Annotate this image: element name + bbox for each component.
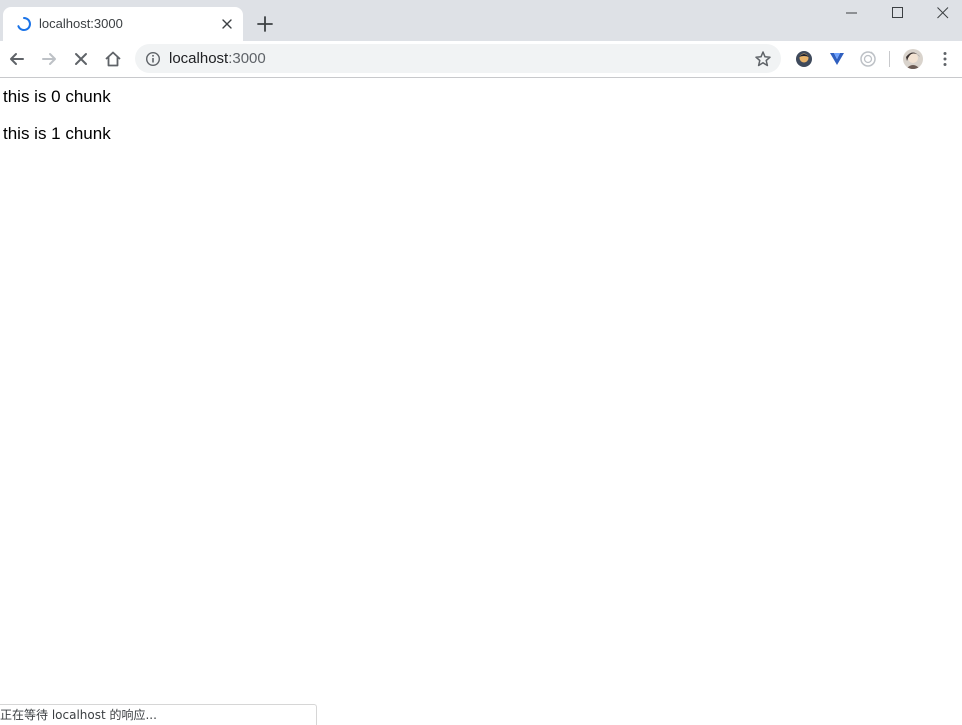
status-bubble: 正在等待 localhost 的响应... bbox=[0, 704, 317, 725]
url-host: localhost bbox=[169, 50, 229, 67]
tab-title: localhost:3000 bbox=[39, 16, 123, 31]
tab-localhost[interactable]: localhost:3000 bbox=[3, 7, 243, 41]
extension-icon-2[interactable] bbox=[828, 50, 846, 68]
toolbar-separator bbox=[889, 51, 890, 67]
window-maximize-button[interactable] bbox=[875, 0, 921, 28]
info-icon[interactable] bbox=[145, 51, 161, 67]
avatar[interactable] bbox=[903, 49, 923, 69]
minimize-icon bbox=[846, 12, 857, 14]
star-icon[interactable] bbox=[754, 50, 772, 68]
loading-spinner-icon bbox=[17, 17, 31, 31]
browser-toolbar: localhost:3000 bbox=[0, 41, 962, 78]
stop-icon[interactable] bbox=[71, 49, 91, 69]
window-close-button[interactable] bbox=[920, 0, 962, 28]
back-arrow-icon[interactable] bbox=[7, 49, 27, 69]
page-content: this is 0 chunk this is 1 chunk bbox=[0, 78, 962, 724]
window-minimize-button[interactable] bbox=[829, 0, 875, 28]
maximize-icon bbox=[892, 7, 903, 18]
forward-arrow-icon[interactable] bbox=[39, 49, 59, 69]
content-line-0: this is 0 chunk bbox=[3, 87, 111, 106]
more-vert-icon[interactable] bbox=[935, 49, 955, 69]
address-bar[interactable]: localhost:3000 bbox=[135, 44, 781, 73]
address-url[interactable]: localhost:3000 bbox=[169, 50, 266, 67]
extension-icon-3[interactable] bbox=[859, 50, 877, 68]
home-icon[interactable] bbox=[103, 49, 123, 69]
content-line-1: this is 1 chunk bbox=[3, 124, 111, 143]
extension-icon-1[interactable] bbox=[795, 50, 813, 68]
tab-strip: localhost:3000 bbox=[0, 0, 962, 41]
close-icon bbox=[937, 7, 949, 19]
url-port: :3000 bbox=[228, 50, 266, 67]
profile-avatar-icon bbox=[903, 49, 923, 69]
tab-close-icon[interactable] bbox=[219, 16, 235, 32]
new-tab-plus-icon[interactable] bbox=[255, 14, 275, 34]
